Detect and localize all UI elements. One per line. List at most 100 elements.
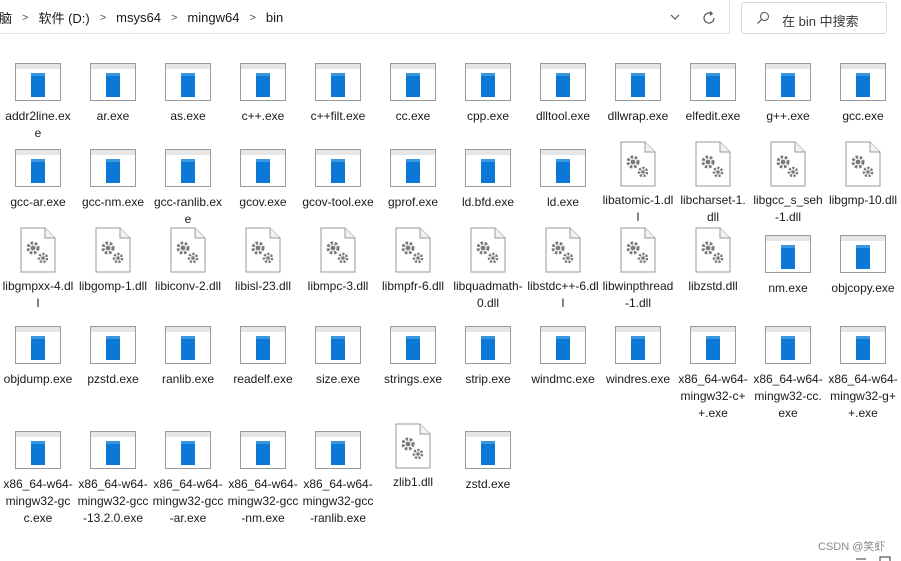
exe-file-icon xyxy=(315,63,361,101)
file-name: windmc.exe xyxy=(531,372,595,386)
file-item[interactable]: x86_64-w64-mingw32-gcc-ar.exe xyxy=(151,430,225,527)
file-item[interactable]: x86_64-w64-mingw32-gcc-ranlib.exe xyxy=(301,430,375,527)
file-item[interactable]: libquadmath-0.dll xyxy=(451,227,525,312)
dll-file-icon xyxy=(545,227,581,273)
exe-file-icon xyxy=(615,326,661,364)
file-item[interactable]: gcov.exe xyxy=(226,148,300,211)
file-item[interactable]: libmpc-3.dll xyxy=(301,227,375,295)
file-name: libgcc_s_seh-1.dll xyxy=(753,193,823,224)
file-item[interactable]: libwinpthread-1.dll xyxy=(601,227,675,312)
exe-file-icon xyxy=(15,326,61,364)
file-item[interactable]: addr2line.exe xyxy=(1,62,75,142)
file-name: zstd.exe xyxy=(465,477,511,491)
file-item[interactable]: libcharset-1.dll xyxy=(676,141,750,226)
file-item[interactable]: x86_64-w64-mingw32-gcc.exe xyxy=(1,430,75,527)
file-item[interactable]: g++.exe xyxy=(751,62,825,125)
file-name: readelf.exe xyxy=(233,372,293,386)
file-item[interactable]: strings.exe xyxy=(376,325,450,388)
file-item[interactable]: libgmp-10.dll xyxy=(826,141,900,209)
file-item[interactable]: libstdc++-6.dll xyxy=(526,227,600,312)
file-item[interactable]: gcc-ranlib.exe xyxy=(151,148,225,228)
exe-file-icon xyxy=(840,63,886,101)
file-name: libiconv-2.dll xyxy=(154,279,222,293)
file-item[interactable]: objcopy.exe xyxy=(826,234,900,297)
file-name: libgmp-10.dll xyxy=(828,193,898,207)
exe-file-icon xyxy=(465,326,511,364)
dll-file-icon xyxy=(395,227,431,273)
file-item[interactable]: cpp.exe xyxy=(451,62,525,125)
file-item[interactable]: c++filt.exe xyxy=(301,62,375,125)
exe-file-icon xyxy=(390,149,436,187)
file-item[interactable]: size.exe xyxy=(301,325,375,388)
file-item[interactable]: zlib1.dll xyxy=(376,423,450,491)
file-item[interactable]: x86_64-w64-mingw32-c++.exe xyxy=(676,325,750,422)
file-item[interactable]: libgomp-1.dll xyxy=(76,227,150,295)
file-item[interactable]: nm.exe xyxy=(751,234,825,297)
file-item[interactable]: dlltool.exe xyxy=(526,62,600,125)
exe-file-icon xyxy=(15,431,61,469)
file-name: libgomp-1.dll xyxy=(78,279,148,293)
exe-file-icon xyxy=(240,149,286,187)
file-item[interactable]: windmc.exe xyxy=(526,325,600,388)
file-item[interactable]: libgmpxx-4.dll xyxy=(1,227,75,312)
file-item[interactable]: libmpfr-6.dll xyxy=(376,227,450,295)
exe-file-icon xyxy=(165,431,211,469)
file-name: c++filt.exe xyxy=(310,109,366,123)
file-item[interactable]: dllwrap.exe xyxy=(601,62,675,125)
file-name: libisl-23.dll xyxy=(234,279,292,293)
file-name: libwinpthread-1.dll xyxy=(602,279,674,310)
file-item[interactable]: libiconv-2.dll xyxy=(151,227,225,295)
file-item[interactable]: x86_64-w64-mingw32-cc.exe xyxy=(751,325,825,422)
dll-file-icon xyxy=(845,141,881,187)
exe-file-icon xyxy=(90,326,136,364)
file-name: ld.bfd.exe xyxy=(461,195,515,209)
file-item[interactable]: zstd.exe xyxy=(451,430,525,493)
file-item[interactable]: gcov-tool.exe xyxy=(301,148,375,211)
file-name: x86_64-w64-mingw32-gcc-nm.exe xyxy=(227,477,299,525)
file-name: libatomic-1.dll xyxy=(602,193,674,224)
file-item[interactable]: libatomic-1.dll xyxy=(601,141,675,226)
dll-file-icon xyxy=(695,141,731,187)
file-item[interactable]: ranlib.exe xyxy=(151,325,225,388)
file-item[interactable]: c++.exe xyxy=(226,62,300,125)
file-name: g++.exe xyxy=(766,109,810,123)
exe-file-icon xyxy=(240,63,286,101)
window-controls[interactable] xyxy=(854,556,894,561)
file-item[interactable]: ar.exe xyxy=(76,62,150,125)
watermark: CSDN @笑虾 xyxy=(818,541,886,553)
file-item[interactable]: cc.exe xyxy=(376,62,450,125)
exe-file-icon xyxy=(615,63,661,101)
exe-file-icon xyxy=(840,326,886,364)
file-item[interactable]: windres.exe xyxy=(601,325,675,388)
file-item[interactable]: x86_64-w64-mingw32-g++.exe xyxy=(826,325,900,422)
exe-file-icon xyxy=(165,63,211,101)
exe-file-icon xyxy=(840,235,886,273)
file-item[interactable]: libisl-23.dll xyxy=(226,227,300,295)
file-item[interactable]: objdump.exe xyxy=(1,325,75,388)
file-item[interactable]: libgcc_s_seh-1.dll xyxy=(751,141,825,226)
exe-file-icon xyxy=(315,149,361,187)
file-item[interactable]: pzstd.exe xyxy=(76,325,150,388)
file-item[interactable]: libzstd.dll xyxy=(676,227,750,295)
dll-file-icon xyxy=(20,227,56,273)
file-item[interactable]: x86_64-w64-mingw32-gcc-nm.exe xyxy=(226,430,300,527)
file-item[interactable]: strip.exe xyxy=(451,325,525,388)
file-item[interactable]: readelf.exe xyxy=(226,325,300,388)
file-item[interactable]: ld.exe xyxy=(526,148,600,211)
file-name: gcov-tool.exe xyxy=(302,195,374,209)
exe-file-icon xyxy=(765,63,811,101)
file-item[interactable]: gprof.exe xyxy=(376,148,450,211)
exe-file-icon xyxy=(540,63,586,101)
file-item[interactable]: gcc-ar.exe xyxy=(1,148,75,211)
file-name: c++.exe xyxy=(241,109,285,123)
exe-file-icon xyxy=(90,149,136,187)
exe-file-icon xyxy=(465,149,511,187)
file-item[interactable]: gcc.exe xyxy=(826,62,900,125)
file-item[interactable]: as.exe xyxy=(151,62,225,125)
file-item[interactable]: ld.bfd.exe xyxy=(451,148,525,211)
file-item[interactable]: elfedit.exe xyxy=(676,62,750,125)
file-item[interactable]: gcc-nm.exe xyxy=(76,148,150,211)
file-name: ld.exe xyxy=(546,195,580,209)
file-name: addr2line.exe xyxy=(5,109,71,140)
file-item[interactable]: x86_64-w64-mingw32-gcc-13.2.0.exe xyxy=(76,430,150,527)
